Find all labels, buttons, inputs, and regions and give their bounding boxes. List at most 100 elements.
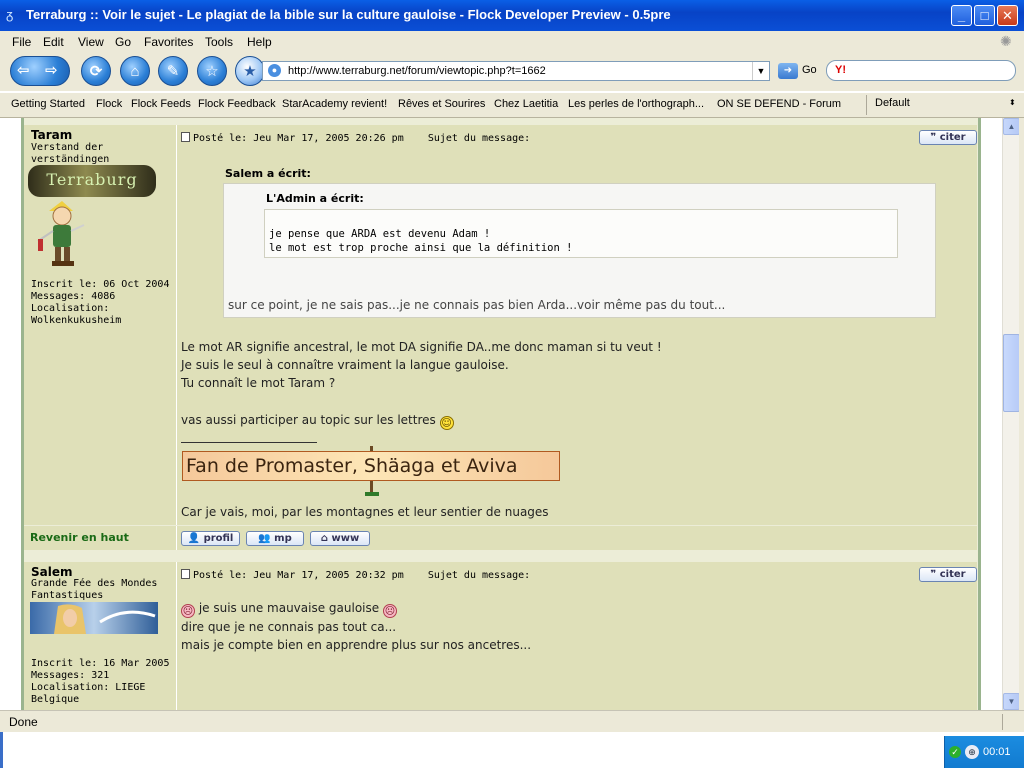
post-footer-actions: 👤 profil 👥 mp ⌂ www: [177, 526, 977, 550]
post-footer-left: Revenir en haut: [24, 526, 177, 550]
status-text: Done: [9, 715, 38, 729]
status-divider: [1002, 714, 1003, 730]
post-topic-text: vas aussi participer au topic sur les le…: [181, 413, 436, 427]
system-tray: ✓ ⊕ 00:01: [944, 736, 1024, 768]
back-arrow-icon[interactable]: ⇦: [17, 61, 30, 79]
scrollbar-thumb[interactable]: [1003, 334, 1020, 412]
scroll-up-arrow-icon[interactable]: ▲: [1003, 118, 1020, 135]
post-body-line: Je suis le seul à connaître vraiment la …: [181, 358, 509, 372]
vertical-scrollbar[interactable]: ▲ ▼: [1002, 118, 1020, 710]
smiley-sad-icon: ☹: [181, 604, 195, 618]
go-button[interactable]: ➜ Go: [778, 62, 818, 80]
tray-clock[interactable]: 00:01: [983, 746, 1011, 758]
close-button[interactable]: ✕: [997, 5, 1018, 26]
post-author-panel: Taram Verstand der verständingen Terrabu…: [24, 125, 177, 525]
safely-remove-icon[interactable]: ✓: [949, 746, 961, 758]
post-body-line: Le mot AR signifie ancestral, le mot DA …: [181, 340, 662, 354]
post-author-panel: Salem Grande Fée des Mondes Fantastiques…: [24, 562, 177, 710]
window-frame-edge: [1019, 118, 1024, 710]
post-topic-line: vas aussi participer au topic sur les le…: [181, 411, 454, 430]
quote-button-label: citer: [939, 132, 966, 143]
post-body-line: Tu connaît le mot Taram ?: [181, 376, 336, 390]
website-button[interactable]: ⌂ www: [310, 531, 370, 546]
author-location-label: Localisation: LIEGE: [31, 682, 146, 693]
url-dropdown-icon[interactable]: ▼: [752, 62, 769, 80]
author-rank-line: Verstand der: [31, 142, 104, 153]
menu-bar: File Edit View Go Favorites Tools Help: [0, 31, 1024, 53]
menu-view[interactable]: View: [78, 35, 104, 49]
reload-icon[interactable]: ⟳: [81, 56, 111, 86]
post-date: Posté le: Jeu Mar 17, 2005 20:26 pm: [193, 133, 404, 144]
bookmark-item[interactable]: Flock Feeds: [131, 98, 191, 110]
post-meta: Posté le: Jeu Mar 17, 2005 20:26 pm Suje…: [181, 132, 530, 144]
scroll-down-arrow-icon[interactable]: ▼: [1003, 693, 1020, 710]
menu-help[interactable]: Help: [247, 35, 272, 49]
private-message-button[interactable]: 👥 mp: [246, 531, 304, 546]
author-location: Belgique: [31, 694, 80, 705]
post-meta: Posté le: Jeu Mar 17, 2005 20:32 pm Suje…: [181, 569, 530, 581]
author-joined-date: Inscrit le: 16 Mar 2005: [31, 658, 170, 669]
quote-button[interactable]: ❞ citer: [919, 567, 977, 582]
menu-favorites[interactable]: Favorites: [144, 35, 193, 49]
menu-file[interactable]: File: [12, 35, 31, 49]
flock-app-icon: ᵹ: [6, 7, 14, 22]
author-avatar: [30, 602, 158, 634]
quote-block: L'Admin a écrit: je pense que ARDA est d…: [223, 183, 936, 318]
author-location-label: Localisation:: [31, 303, 110, 314]
url-field[interactable]: ● http://www.terraburg.net/forum/viewtop…: [262, 61, 770, 81]
author-location: Wolkenkukusheim: [31, 315, 122, 326]
favorites-icon[interactable]: ☆: [197, 56, 227, 86]
bookmark-item[interactable]: Flock: [96, 98, 122, 110]
quote-icon: ❞: [930, 132, 937, 143]
menu-tools[interactable]: Tools: [205, 35, 233, 49]
profile-select-arrows-icon[interactable]: ⬍: [1009, 98, 1016, 107]
profile-select[interactable]: Default: [875, 97, 910, 109]
search-field[interactable]: Y!: [826, 60, 1016, 81]
quote-button[interactable]: ❞ citer: [919, 130, 977, 145]
forum-frame: Taram Verstand der verständingen Terrabu…: [21, 118, 981, 710]
bookmark-item[interactable]: StarAcademy revient!: [282, 98, 387, 110]
minimize-button[interactable]: _: [951, 5, 972, 26]
yahoo-search-icon[interactable]: Y!: [835, 64, 846, 76]
home-icon[interactable]: ⌂: [120, 56, 150, 86]
post-date: Posté le: Jeu Mar 17, 2005 20:32 pm: [193, 570, 404, 581]
menu-edit[interactable]: Edit: [43, 35, 64, 49]
quote-icon: ❞: [930, 569, 937, 580]
blog-editor-icon[interactable]: ✎: [158, 56, 188, 86]
maximize-button[interactable]: □: [974, 5, 995, 26]
menu-go[interactable]: Go: [115, 35, 131, 49]
post-author-name[interactable]: Taram: [31, 128, 72, 142]
profile-button[interactable]: 👤 profil: [181, 531, 240, 546]
back-to-top-link[interactable]: Revenir en haut: [30, 531, 129, 544]
site-globe-icon: ●: [268, 64, 281, 77]
post-icon: [181, 132, 190, 142]
profile-button-label: profil: [203, 533, 234, 544]
bookmark-item[interactable]: Getting Started: [11, 98, 85, 110]
author-rank-line: Fantastiques: [31, 590, 104, 601]
post-icon: [181, 569, 190, 579]
title-bar: ᵹ Terraburg :: Voir le sujet - Le plagia…: [0, 0, 1024, 31]
window-title: Terraburg :: Voir le sujet - Le plagiat …: [26, 7, 671, 22]
post-body-line: dire que je ne connais pas tout ca...: [181, 620, 397, 634]
taskbar: [0, 732, 1024, 768]
terraburg-rank-banner: Terraburg: [28, 165, 156, 197]
bookmark-item[interactable]: Chez Laetitia: [494, 98, 558, 110]
quote-author: Salem a écrit:: [225, 167, 311, 180]
post-body-panel: Posté le: Jeu Mar 17, 2005 20:26 pm Suje…: [177, 125, 977, 525]
private-message-button-label: mp: [274, 533, 292, 544]
bookmark-item[interactable]: Flock Feedback: [198, 98, 276, 110]
network-status-icon[interactable]: ⊕: [965, 745, 979, 759]
forward-arrow-icon[interactable]: ⇨: [45, 61, 58, 79]
private-message-icon: 👥: [258, 533, 271, 544]
author-rank-line: Grande Fée des Mondes: [31, 578, 158, 589]
post-body-text: je suis une mauvaise gauloise: [198, 601, 380, 615]
author-message-count: Messages: 4086: [31, 291, 116, 302]
bookmark-item[interactable]: Les perles de l'orthograph...: [568, 98, 704, 110]
star-bookmark-icon[interactable]: ★: [235, 56, 265, 86]
post-author-name[interactable]: Salem: [31, 565, 73, 579]
bookmark-item[interactable]: Rêves et Sourires: [398, 98, 485, 110]
nested-quote-line: je pense que ARDA est devenu Adam !: [269, 228, 491, 240]
signature-divider: [181, 442, 317, 443]
go-label: Go: [802, 64, 817, 76]
bookmark-item[interactable]: ON SE DEFEND - Forum: [717, 98, 841, 110]
